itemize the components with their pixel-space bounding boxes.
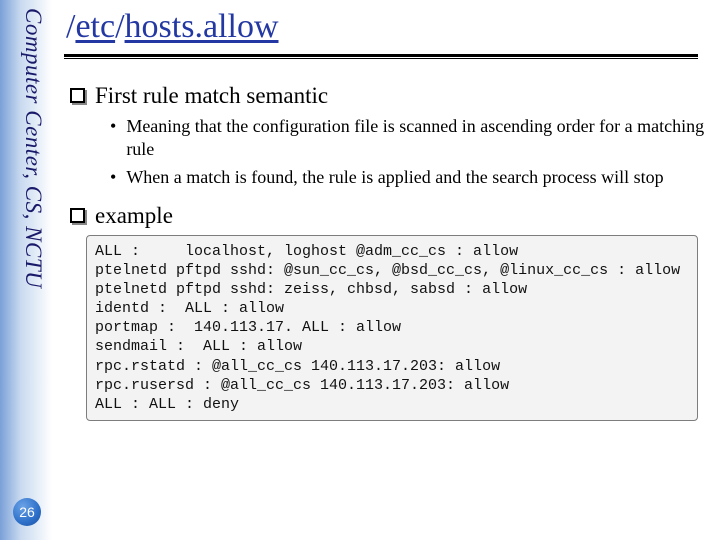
bullet-list: • Meaning that the configuration file is… <box>110 115 710 189</box>
section-heading-row: First rule match semantic <box>70 83 710 109</box>
bullet-text: Meaning that the configuration file is s… <box>126 115 710 160</box>
page-number-badge: 26 <box>13 498 41 526</box>
bullet-text: When a match is found, the rule is appli… <box>126 166 663 189</box>
title-rule <box>64 54 698 59</box>
bullet-dot-icon: • <box>110 166 116 189</box>
sidebar: Computer Center, CS, NCTU <box>0 0 52 540</box>
page-number: 26 <box>19 504 35 520</box>
section-heading: First rule match semantic <box>95 83 328 109</box>
list-item: • Meaning that the configuration file is… <box>110 115 710 160</box>
section-heading: example <box>95 203 173 229</box>
title-seg-underline: hosts.allow <box>125 8 279 45</box>
list-item: • When a match is found, the rule is app… <box>110 166 710 189</box>
title-seg-underline: etc <box>75 8 115 45</box>
section-heading-row: example <box>70 203 710 229</box>
bullet-square-icon <box>70 208 85 223</box>
bullet-dot-icon: • <box>110 115 116 160</box>
title-seg: / <box>115 8 124 45</box>
slide-title: /etc/hosts.allow <box>62 0 710 52</box>
sidebar-org-text: Computer Center, CS, NCTU <box>20 6 46 546</box>
slide: Computer Center, CS, NCTU 26 /etc/hosts.… <box>0 0 720 540</box>
code-block: ALL : localhost, loghost @adm_cc_cs : al… <box>86 235 698 422</box>
bullet-square-icon <box>70 88 85 103</box>
content-area: /etc/hosts.allow First rule match semant… <box>62 0 710 540</box>
